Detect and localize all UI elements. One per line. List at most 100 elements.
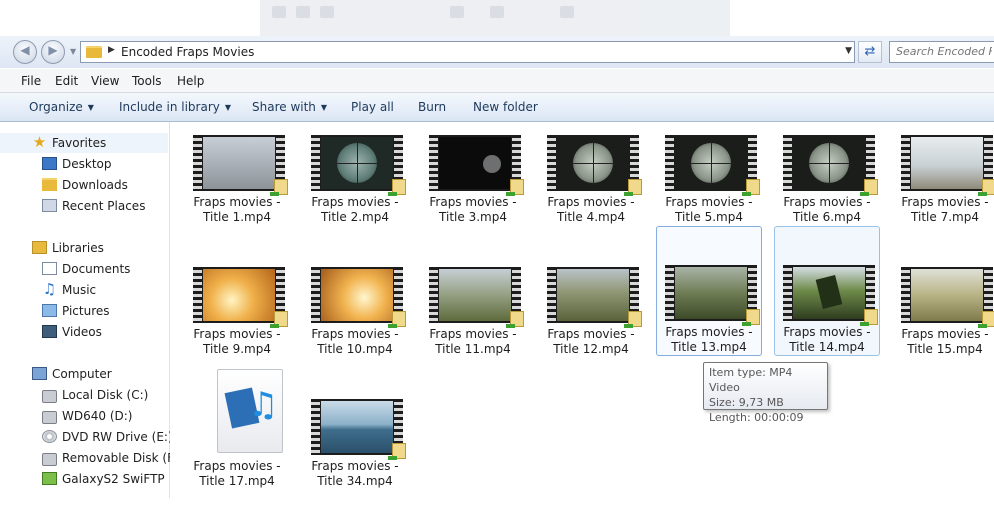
file-name: Fraps movies - Title 34.mp4 xyxy=(311,459,399,488)
file-name: Fraps movies - Title 5.mp4 xyxy=(665,195,753,224)
hard-disk-icon xyxy=(42,411,57,424)
folder-overlay-icon xyxy=(506,311,524,328)
share-with-button[interactable]: Share with ▼ xyxy=(252,100,327,114)
tooltip-size: Size: 9,73 MB xyxy=(709,396,784,409)
folder-overlay-icon xyxy=(388,179,406,196)
search-input[interactable] xyxy=(890,42,994,60)
refresh-icon: ⇄ xyxy=(864,44,876,59)
video-thumbnail xyxy=(901,135,994,196)
folder-overlay-icon xyxy=(860,309,878,326)
file-name: Fraps movies - Title 14.mp4 xyxy=(783,325,871,354)
file-name: Fraps movies - Title 1.mp4 xyxy=(193,195,281,224)
share-dropdown-icon: ▼ xyxy=(320,103,328,112)
menu-file[interactable]: File xyxy=(21,74,41,88)
nav-downloads[interactable]: Downloads xyxy=(0,175,168,195)
back-button[interactable]: ◀ xyxy=(13,40,37,64)
file-item[interactable]: Fraps movies - Title 1.mp4 xyxy=(184,128,290,258)
nav-galaxys2-swiftp[interactable]: GalaxyS2 SwiFTP xyxy=(0,469,168,489)
nav-desktop[interactable]: Desktop xyxy=(0,154,168,174)
nav-local-disk-c[interactable]: Local Disk (C:) xyxy=(0,385,168,405)
nav-label: DVD RW Drive (E:) 1. xyxy=(62,430,188,444)
include-in-library-button[interactable]: Include in library ▼ xyxy=(119,100,231,114)
nav-removable-disk-f[interactable]: Removable Disk (F:) xyxy=(0,448,182,468)
burn-button[interactable]: Burn xyxy=(418,100,446,114)
video-thumbnail xyxy=(311,135,406,196)
file-item[interactable]: Fraps movies - Title 4.mp4 xyxy=(538,128,644,258)
video-thumbnail xyxy=(547,267,642,328)
file-item[interactable]: Fraps movies - Title 11.mp4 xyxy=(420,260,526,390)
video-thumbnail xyxy=(665,265,760,326)
menu-bar: File Edit View Tools Help xyxy=(0,69,994,93)
tooltip-item-type: Item type: MP4 Video xyxy=(709,366,793,394)
file-item[interactable]: Fraps movies - Title 7.mp4 xyxy=(892,128,994,258)
recent-pages-dropdown-icon[interactable]: ▼ xyxy=(70,47,76,56)
nav-wd640-d[interactable]: WD640 (D:) xyxy=(0,406,168,426)
address-history-dropdown-icon[interactable]: ▼ xyxy=(845,46,852,56)
menu-view[interactable]: View xyxy=(91,74,119,88)
menu-help[interactable]: Help xyxy=(177,74,204,88)
address-box[interactable]: ▶ Encoded Fraps Movies ▼ xyxy=(80,41,855,63)
file-name: Fraps movies - Title 17.mp4 xyxy=(193,459,281,488)
forward-button[interactable]: ▶ xyxy=(41,40,65,64)
removable-disk-icon xyxy=(42,453,57,466)
file-item[interactable]: Fraps movies - Title 10.mp4 xyxy=(302,260,408,390)
file-item-selected[interactable]: Fraps movies - Title 14.mp4 xyxy=(774,226,880,356)
nav-recent-places[interactable]: Recent Places xyxy=(0,196,168,216)
forward-arrow-icon: ▶ xyxy=(48,43,58,57)
computer-icon xyxy=(32,367,47,380)
back-arrow-icon: ◀ xyxy=(20,43,30,57)
folder-overlay-icon xyxy=(860,179,878,196)
hard-disk-icon xyxy=(42,390,57,403)
nav-label: Documents xyxy=(62,262,131,276)
file-item[interactable]: Fraps movies - Title 12.mp4 xyxy=(538,260,644,390)
nav-computer[interactable]: Computer xyxy=(0,364,168,384)
nav-label: Local Disk (C:) xyxy=(62,388,149,402)
file-item[interactable]: Fraps movies - Title 2.mp4 xyxy=(302,128,408,258)
menu-edit[interactable]: Edit xyxy=(55,74,78,88)
dvd-disc-icon xyxy=(42,430,57,443)
file-list: Fraps movies - Title 1.mp4 Fraps movies -… xyxy=(170,122,994,498)
folder-overlay-icon xyxy=(978,179,994,196)
file-name: Fraps movies - Title 11.mp4 xyxy=(429,327,517,356)
breadcrumb-chevron-icon[interactable]: ▶ xyxy=(108,45,115,55)
video-thumbnail xyxy=(429,135,524,196)
file-name: Fraps movies - Title 12.mp4 xyxy=(547,327,635,356)
file-item[interactable]: Fraps movies - Title 15.mp4 xyxy=(892,260,994,390)
organize-button[interactable]: Organize ▼ xyxy=(29,100,94,114)
videos-icon xyxy=(42,325,57,338)
video-thumbnail xyxy=(665,135,760,196)
network-device-icon xyxy=(42,472,57,485)
mp4-file-icon: ♫ xyxy=(217,369,283,453)
share-with-label: Share with xyxy=(252,100,316,114)
video-thumbnail xyxy=(429,267,524,328)
downloads-folder-icon xyxy=(42,178,57,191)
file-item-hovered[interactable]: Fraps movies - Title 13.mp4 xyxy=(656,226,762,356)
video-thumbnail xyxy=(311,399,406,460)
folder-overlay-icon xyxy=(270,311,288,328)
menu-tools[interactable]: Tools xyxy=(132,74,162,88)
file-name: Fraps movies - Title 2.mp4 xyxy=(311,195,399,224)
play-all-button[interactable]: Play all xyxy=(351,100,394,114)
refresh-button[interactable]: ⇄ xyxy=(858,41,882,63)
folder-overlay-icon xyxy=(624,311,642,328)
documents-icon xyxy=(42,262,57,275)
search-box[interactable] xyxy=(889,41,994,63)
video-thumbnail xyxy=(311,267,406,328)
nav-pictures[interactable]: Pictures xyxy=(0,301,168,321)
nav-music[interactable]: ♫ Music xyxy=(0,280,168,300)
folder-overlay-icon xyxy=(742,309,760,326)
nav-libraries[interactable]: Libraries xyxy=(0,238,168,258)
new-folder-button[interactable]: New folder xyxy=(473,100,538,114)
file-name: Fraps movies - Title 10.mp4 xyxy=(311,327,399,356)
breadcrumb-current-folder[interactable]: Encoded Fraps Movies xyxy=(121,45,254,59)
file-item[interactable]: Fraps movies - Title 34.mp4 xyxy=(302,392,408,522)
nav-label: Pictures xyxy=(62,304,110,318)
nav-documents[interactable]: Documents xyxy=(0,259,168,279)
file-name: Fraps movies - Title 7.mp4 xyxy=(901,195,989,224)
nav-dvd-drive-e[interactable]: DVD RW Drive (E:) 1. xyxy=(0,427,188,447)
file-item[interactable]: ♫ Fraps movies - Title 17.mp4 xyxy=(184,366,290,490)
nav-favorites[interactable]: ★ Favorites xyxy=(0,133,168,153)
file-item[interactable]: Fraps movies - Title 3.mp4 xyxy=(420,128,526,258)
folder-overlay-icon xyxy=(624,179,642,196)
nav-videos[interactable]: Videos xyxy=(0,322,168,342)
